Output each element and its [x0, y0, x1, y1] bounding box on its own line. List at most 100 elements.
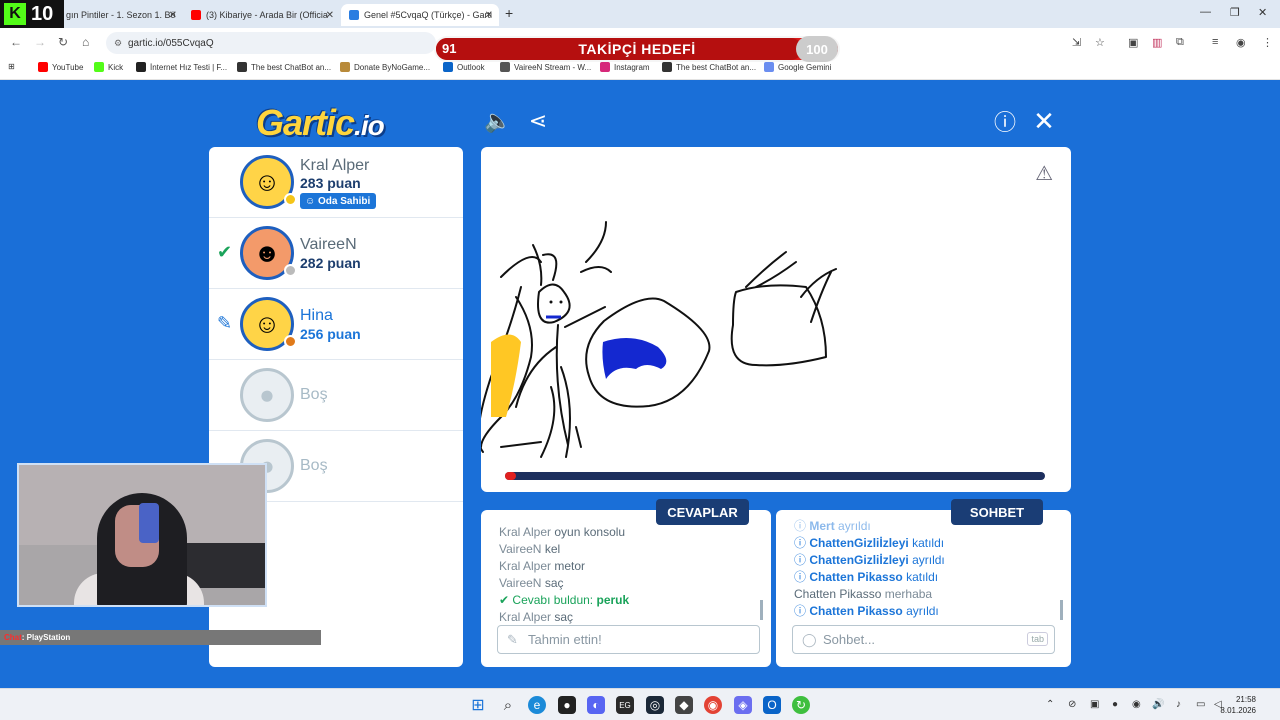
install-icon[interactable]: ⇲	[1072, 36, 1081, 49]
tray-icon[interactable]: ⊘	[1068, 699, 1076, 710]
bookmark-instagram[interactable]: Instagram	[600, 62, 650, 72]
timer-fill	[505, 472, 516, 480]
app-green-icon[interactable]: ↻	[792, 696, 810, 714]
profile-icon[interactable]: ◉	[1236, 36, 1246, 49]
site-info-icon[interactable]: ⚙	[114, 38, 122, 49]
bookmark-outlook[interactable]: Outlook	[443, 62, 485, 72]
close-window-icon[interactable]: ✕	[1258, 6, 1267, 19]
bookmark-speedtest[interactable]: İnternet Hız Testi | F...	[136, 62, 227, 72]
app-icon[interactable]: ●	[558, 696, 576, 714]
smiley-avatar-icon: ☺	[253, 308, 281, 339]
player-card[interactable]: ✎ ☺ Hina 256 puan	[209, 289, 463, 360]
close-tab-icon[interactable]: ✕	[326, 10, 334, 21]
media-icon[interactable]: ≡	[1212, 36, 1218, 48]
tab-key-hint: tab	[1027, 632, 1048, 646]
app-cube-icon[interactable]: ◆	[675, 696, 693, 714]
browser-tab-3[interactable]: Genel #5CvqaQ (Türkçe) - Garti ✕	[341, 4, 499, 26]
logo-suffix: .io	[354, 110, 385, 141]
chat-placeholder: Sohbet...	[823, 632, 876, 647]
bookmark-label: The best ChatBot an...	[251, 62, 332, 72]
forward-icon[interactable]: →	[34, 35, 46, 49]
home-icon[interactable]: ⌂	[82, 35, 89, 49]
reload-icon[interactable]: ↻	[58, 35, 68, 49]
close-room-icon[interactable]: ✕	[1031, 106, 1057, 136]
chat-message: ⓘ ChattenGizliİzleyi ayrıldı	[794, 552, 1053, 569]
chat-message: ⓘ Chatten Pikasso ayrıldı	[794, 603, 1053, 620]
sound-icon[interactable]: 🔈	[484, 108, 511, 134]
tray-icon[interactable]: ▣	[1090, 699, 1099, 710]
tray-icon[interactable]: ◉	[1132, 699, 1141, 710]
user-silhouette-icon: ●	[259, 379, 275, 410]
new-tab-icon[interactable]: +	[505, 5, 513, 21]
info-icon: ⓘ	[794, 536, 807, 550]
correct-answer-message: ✔ Cevabı buldun: peruk	[499, 592, 753, 609]
mic-icon[interactable]: ♪	[1176, 699, 1181, 710]
network-icon[interactable]: ▭	[1196, 699, 1205, 710]
player-points: 282 puan	[300, 255, 361, 271]
clock[interactable]: 21:58 8.01.2026	[1220, 694, 1256, 716]
restore-icon[interactable]: ❐	[1230, 6, 1240, 19]
tray-icon[interactable]: ●	[1112, 699, 1118, 710]
search-icon[interactable]: ⌕	[499, 696, 517, 714]
player-card[interactable]: ✔ ☻ VaireeN 282 puan	[209, 218, 463, 289]
url-bar[interactable]: ⚙ gartic.io/055CvqaQ	[106, 32, 436, 54]
app-gem-icon[interactable]: ◈	[734, 696, 752, 714]
kick-count: 10	[31, 2, 54, 25]
close-tab-icon[interactable]: ✕	[169, 10, 177, 21]
bookmark-label: Kick	[108, 62, 124, 72]
bookmark-chatbot-2[interactable]: The best ChatBot an...	[662, 62, 756, 72]
answers-tab[interactable]: CEVAPLAR	[656, 499, 749, 525]
girl-avatar-icon: ☻	[253, 237, 281, 268]
bookmark-donate[interactable]: Donate ByNoGame...	[340, 62, 430, 72]
ticker-text: : PlayStation	[21, 633, 71, 642]
edge-icon[interactable]: e	[528, 696, 546, 714]
player-name: Boş	[300, 457, 328, 474]
browser-tabstrip: gın Pintiler - 1. Sezon 1. Bö ✕ (3) Kibar…	[0, 0, 1280, 28]
bookmark-kick[interactable]: Kick	[94, 62, 123, 72]
browser-tab-2[interactable]: (3) Kibariye - Arada Bir (Officia ✕	[183, 4, 340, 26]
tray-chevron-icon[interactable]: ⌃	[1046, 699, 1054, 710]
message-author: Kral Alper	[499, 559, 552, 573]
info-icon[interactable]: ⓘ	[992, 108, 1018, 135]
info-icon: ⓘ	[794, 553, 807, 567]
chat-input[interactable]: ◯ Sohbet... tab	[792, 625, 1055, 654]
chat-scrollbar[interactable]	[1060, 600, 1063, 620]
audio-extension-icon[interactable]: ▥	[1152, 36, 1162, 49]
bookmark-youtube[interactable]: YouTube	[38, 62, 83, 72]
extensions-puzzle-icon[interactable]: ⧉	[1176, 36, 1184, 49]
guess-input[interactable]: ✎ Tahmin ettin!	[497, 625, 760, 654]
empty-slot: ● Boş	[209, 360, 463, 431]
close-tab-icon[interactable]: ✕	[485, 10, 493, 21]
bookmark-stream[interactable]: VaireeN Stream - W...	[500, 62, 591, 72]
chatbot-icon	[237, 62, 247, 72]
drawing-canvas[interactable]: ⚠	[481, 147, 1071, 492]
extension-icon[interactable]: ▣	[1128, 36, 1138, 49]
chat-user: Chatten Pikasso	[794, 587, 882, 601]
chat-panel: SOHBET ⓘ Mert ayrıldı ⓘ ChattenGizliİzle…	[776, 499, 1071, 667]
chat-action: ayrıldı	[906, 604, 939, 618]
back-icon[interactable]: ←	[10, 35, 22, 49]
minimize-icon[interactable]: —	[1200, 6, 1211, 18]
apps-icon[interactable]: ⊞	[8, 62, 15, 71]
donate-icon	[340, 62, 350, 72]
report-warning-icon[interactable]: ⚠	[1035, 161, 1053, 186]
clock-date: 8.01.2026	[1220, 706, 1256, 715]
volume-icon[interactable]: 🔊	[1152, 699, 1164, 710]
player-card[interactable]: ☺ Kral Alper 283 puan Oda Sahibi	[209, 147, 463, 218]
chrome-icon[interactable]: ◉	[704, 696, 722, 714]
logo-text: Gartic	[256, 102, 355, 143]
browser-tab-1[interactable]: gın Pintiler - 1. Sezon 1. Bö ✕	[58, 4, 183, 26]
empty-avatar-icon: ●	[240, 368, 294, 422]
outlook-icon[interactable]: O	[763, 696, 781, 714]
bookmark-gemini[interactable]: Google Gemini	[764, 62, 831, 72]
bookmark-chatbot-1[interactable]: The best ChatBot an...	[237, 62, 331, 72]
discord-icon[interactable]: ◐	[587, 696, 605, 714]
bookmark-star-icon[interactable]: ☆	[1095, 36, 1105, 49]
steam-icon[interactable]: ◎	[646, 696, 664, 714]
answers-scrollbar[interactable]	[760, 600, 763, 620]
menu-icon[interactable]: ⋮	[1262, 36, 1273, 49]
windows-start-icon[interactable]: ⊞	[469, 696, 487, 714]
share-icon[interactable]: ⋖	[525, 108, 551, 134]
epic-games-icon[interactable]: EG	[616, 696, 634, 714]
bookmark-label: VaireeN Stream - W...	[514, 62, 592, 72]
